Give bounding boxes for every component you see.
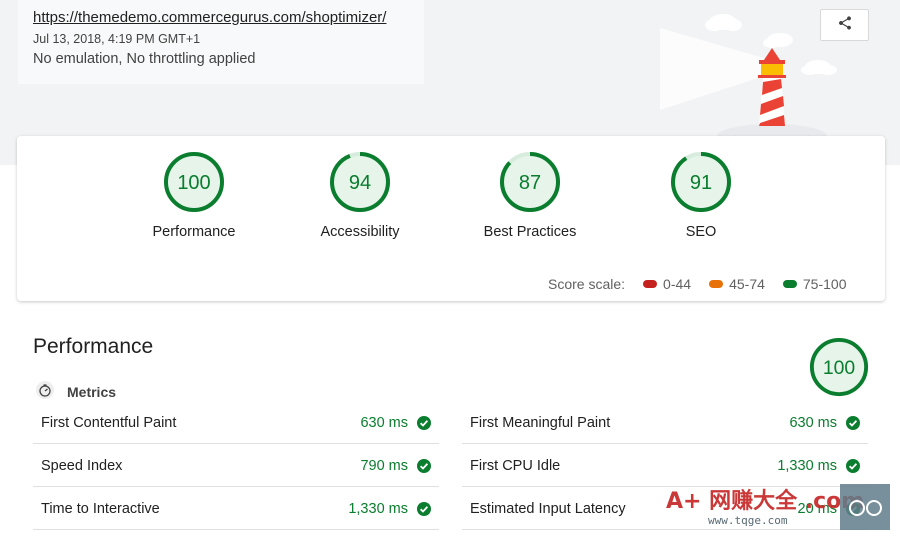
run-settings: No emulation, No throttling applied [33, 51, 256, 67]
share-button[interactable] [820, 9, 869, 41]
metric-value: 790 ms [360, 457, 408, 474]
performance-section-gauge: 100 [808, 336, 870, 403]
metric-value: 630 ms [360, 414, 408, 431]
legend-item-average: 45-74 [709, 276, 765, 292]
score-gauge: 100 [164, 152, 224, 212]
gauge-label: Performance [152, 224, 236, 240]
gauge-value: 100 [823, 357, 856, 379]
orange-pill-icon [709, 280, 724, 288]
check-circle-icon [417, 458, 431, 473]
run-timestamp: Jul 13, 2018, 4:19 PM GMT+1 [33, 32, 201, 46]
metric-value: 1,330 ms [777, 457, 837, 474]
check-circle-icon [846, 458, 860, 473]
metric-first-cpu-idle: First CPU Idle 1,330 ms [462, 445, 868, 487]
check-circle-icon [417, 501, 431, 516]
metric-value: 1,330 ms [348, 500, 408, 517]
score-gauge: 87 [500, 152, 560, 212]
check-circle-icon [846, 415, 860, 430]
score-gauge: 91 [671, 152, 731, 212]
category-scores-card: 100 Performance 94 Accessibility 87 Best… [17, 136, 885, 301]
metric-speed-index: Speed Index 790 ms [33, 445, 439, 487]
gauge-value: 87 [519, 172, 541, 194]
red-pill-icon [643, 280, 658, 288]
gauge-value: 91 [690, 172, 712, 194]
legend-item-pass: 75-100 [782, 276, 847, 292]
tested-url-link[interactable]: https://themedemo.commercegurus.com/shop… [33, 9, 386, 26]
gauge-accessibility[interactable]: 94 Accessibility [295, 150, 425, 240]
legend-range: 45-74 [729, 276, 765, 292]
score-scale-title: Score scale: [548, 276, 626, 292]
legend-range: 0-44 [663, 276, 692, 292]
gauge-label: SEO [685, 224, 717, 240]
gauge-best-practices[interactable]: 87 Best Practices [465, 150, 595, 240]
legend-range: 75-100 [802, 276, 847, 292]
score-scale-legend: Score scale: 0-44 45-74 75-100 [548, 276, 846, 292]
metric-name: Speed Index [41, 457, 123, 474]
metrics-header: Metrics [35, 380, 116, 403]
metric-value: 630 ms [789, 414, 837, 431]
metric-time-to-interactive: Time to Interactive 1,330 ms [33, 488, 439, 530]
score-gauge: 94 [330, 152, 390, 212]
check-circle-icon [417, 415, 431, 430]
metric-name: First Contentful Paint [41, 414, 177, 431]
site-watermark: A+ 网赚大全 .com www.tqge.com [664, 484, 900, 542]
gauge-label: Best Practices [483, 224, 577, 240]
gauge-value: 100 [177, 172, 210, 194]
share-icon [837, 15, 853, 36]
green-pill-icon [782, 280, 797, 288]
metrics-title: Metrics [67, 383, 117, 400]
metric-name: First CPU Idle [470, 457, 561, 474]
watermark-text: A+ 网赚大全 .com [666, 488, 864, 514]
metric-name: Time to Interactive [41, 500, 160, 517]
legend-item-fail: 0-44 [643, 276, 691, 292]
gauge-label: Accessibility [320, 224, 400, 240]
gauge-performance[interactable]: 100 Performance [129, 150, 259, 240]
timer-icon [35, 380, 55, 403]
performance-section-title: Performance [33, 335, 154, 358]
gauge-value: 94 [349, 172, 371, 194]
gauge-seo[interactable]: 91 SEO [636, 150, 766, 240]
metric-first-contentful-paint: First Contentful Paint 630 ms [33, 402, 439, 444]
metric-first-meaningful-paint: First Meaningful Paint 630 ms [462, 402, 868, 444]
watermark-subtext: www.tqge.com [708, 514, 788, 527]
metric-name: First Meaningful Paint [470, 414, 611, 431]
